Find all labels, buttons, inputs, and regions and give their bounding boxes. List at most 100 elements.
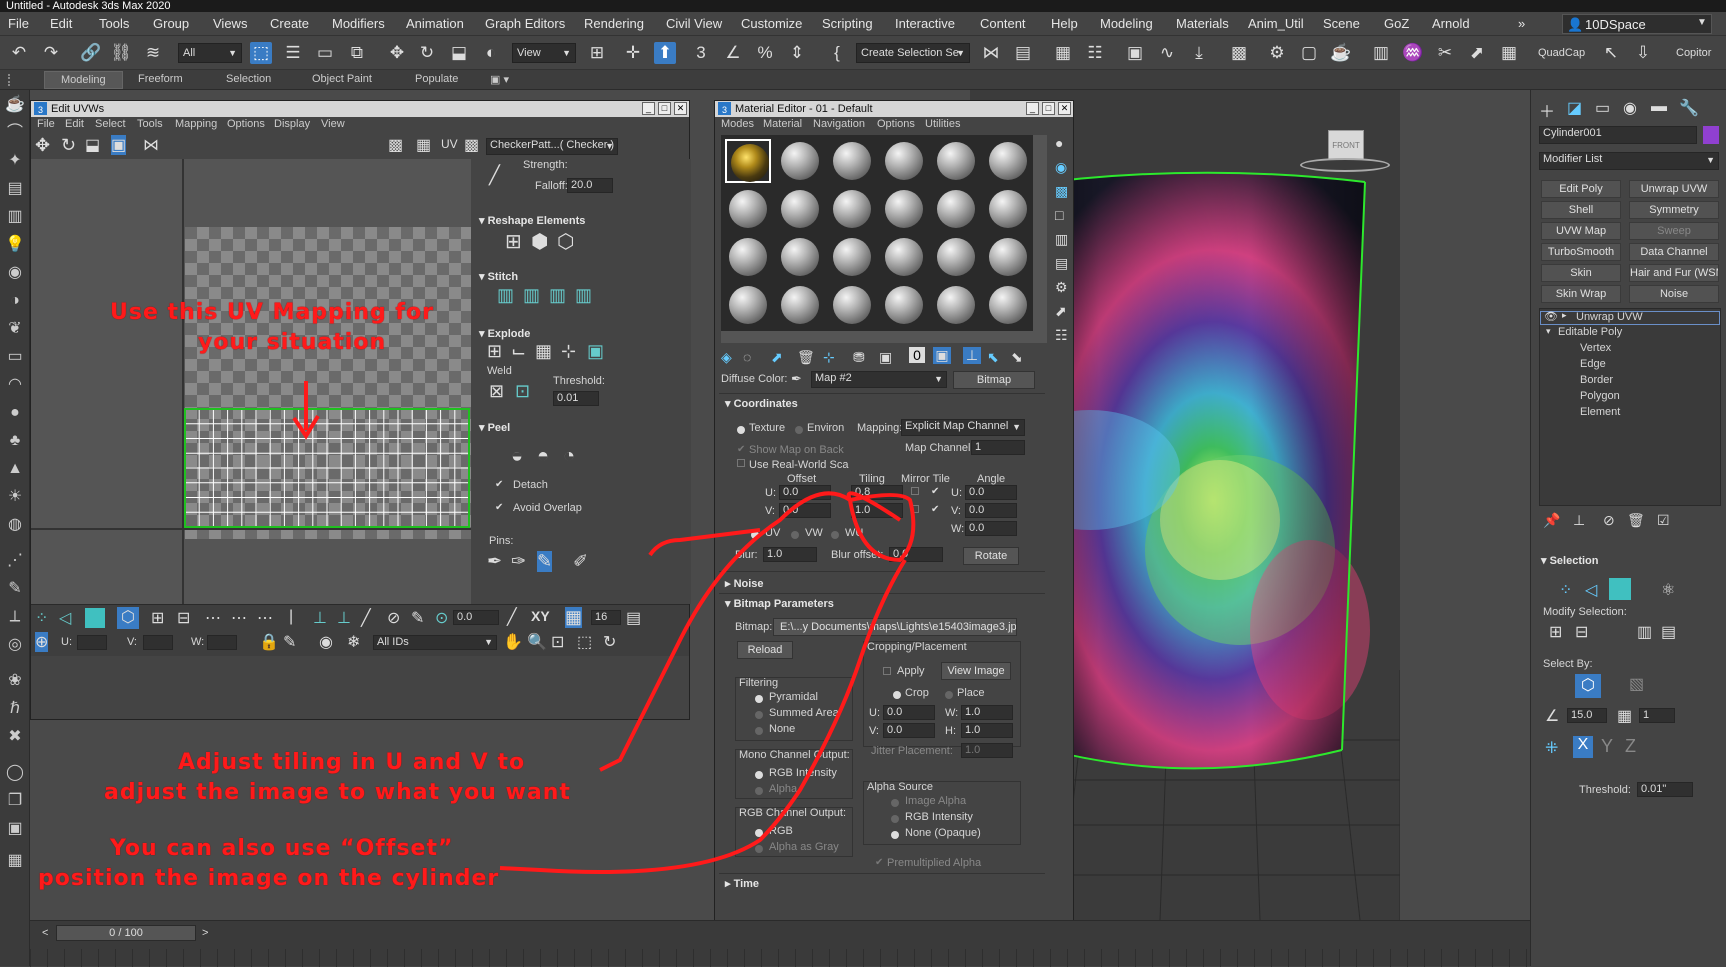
none-opaque-radio[interactable] [891, 831, 899, 839]
material-slot[interactable] [725, 139, 771, 183]
id-filter-dropdown[interactable]: All IDs ▼ [373, 635, 497, 650]
shrink-select-icon[interactable]: ⊟ [177, 608, 190, 628]
angle-field[interactable]: 15.0 [1567, 708, 1607, 723]
material-slot[interactable] [829, 283, 875, 327]
menu-animation[interactable]: Animation [406, 16, 464, 31]
jitter-field[interactable]: 1.0 [961, 743, 1013, 758]
view-image-button[interactable]: View Image [941, 662, 1011, 680]
quick-peel-icon[interactable]: ◒ [511, 445, 523, 468]
grid-toggle-icon[interactable]: ▦ [565, 607, 583, 628]
loop-icon[interactable]: ▥ [1637, 622, 1652, 642]
filter-icon[interactable]: ◉ [319, 632, 333, 652]
show-end-result-icon[interactable]: ⊥ [1573, 512, 1585, 529]
close-button[interactable]: ✕ [674, 102, 687, 115]
display-tab-icon[interactable]: ▬ [1651, 98, 1667, 116]
material-slot[interactable] [933, 187, 979, 231]
modifier-list-dropdown[interactable]: Modifier List ▼ [1539, 152, 1719, 170]
y-axis-icon[interactable]: Y [1601, 736, 1613, 757]
ring-icon[interactable]: ◍ [4, 514, 26, 536]
redo-icon[interactable]: ↷ [40, 42, 62, 64]
material-id-icon[interactable]: ▣ [879, 349, 892, 366]
scale-icon[interactable]: ⬓ [448, 42, 470, 64]
put-to-library-icon[interactable]: ⛃ [853, 349, 865, 366]
rotate-icon[interactable]: ↻ [416, 42, 438, 64]
mtl-menu-options[interactable]: Options [877, 118, 915, 130]
explode-4-icon[interactable]: ⊹ [561, 341, 576, 362]
remove-modifier-icon[interactable]: 🗑 [1627, 512, 1645, 529]
stack-border[interactable]: Border [1580, 374, 1613, 386]
material-slot[interactable] [829, 139, 875, 183]
grid-options-icon[interactable]: ▤ [626, 608, 641, 628]
shape-icon[interactable]: ⌒ [4, 122, 26, 144]
snaps-toggle-icon[interactable]: 3 [690, 42, 712, 64]
stitch-custom-icon[interactable]: ▥ [497, 285, 514, 306]
stack-polygon[interactable]: Polygon [1580, 390, 1620, 402]
material-slot[interactable] [881, 283, 927, 327]
material-slot[interactable] [725, 283, 771, 327]
rendered-frame-icon[interactable]: ▢ [1298, 42, 1320, 64]
xy-label[interactable]: XY [531, 608, 550, 624]
angle-snap-icon[interactable]: ∠ [722, 42, 744, 64]
go-parent-icon[interactable]: ⬉ [987, 349, 999, 366]
uv-shell-wireframe[interactable] [184, 408, 470, 528]
workspace-dropdown[interactable]: 👤 10DSpace ▼ [1562, 14, 1712, 34]
tab-modeling[interactable]: Modeling [44, 71, 123, 89]
minimize-button[interactable]: _ [642, 102, 655, 115]
globe-icon[interactable]: ◎ [4, 634, 26, 656]
motion-tab-icon[interactable]: ◉ [1623, 98, 1637, 118]
stairs-icon[interactable]: ⋰ [4, 550, 26, 572]
hf-icon[interactable]: ℏ [4, 698, 26, 720]
crop-radio[interactable] [893, 691, 901, 699]
rect-selection-icon[interactable]: ▭ [314, 42, 336, 64]
select-object-icon[interactable]: ⬚ [250, 42, 272, 64]
pin-1-icon[interactable]: ✒ [487, 551, 502, 572]
menu-file[interactable]: File [8, 16, 29, 31]
material-slot[interactable] [725, 235, 771, 279]
noise-header[interactable]: ▸ Noise [725, 577, 764, 590]
eyedropper-icon[interactable]: ✒ [791, 371, 802, 387]
data-channel-button[interactable]: Data Channel [1629, 243, 1719, 261]
spinner-snap-icon[interactable]: ⇕ [786, 42, 808, 64]
curve-editor-icon[interactable]: ∿ [1156, 42, 1178, 64]
texture-dropdown[interactable]: CheckerPatt...( Checker ) ▼ [486, 138, 618, 155]
material-slot[interactable] [985, 235, 1031, 279]
modify-tab-icon[interactable]: ◪ [1567, 98, 1582, 118]
collapse-icon[interactable]: ▾ [1546, 326, 1551, 337]
uvw-menu-view[interactable]: View [321, 118, 345, 130]
teapot-icon[interactable]: ☕ [4, 94, 26, 116]
u-angle-field[interactable]: 0.0 [965, 485, 1017, 500]
select-options-icon[interactable]: ⚛ [1661, 580, 1675, 600]
polygon-mode-icon[interactable] [85, 608, 105, 628]
prev-frame-icon[interactable]: < [42, 927, 48, 939]
count-field[interactable]: 1 [1639, 708, 1675, 723]
w-field[interactable] [207, 635, 237, 650]
material-slot[interactable] [777, 187, 823, 231]
avoid-overlap-checkbox[interactable]: ✔ [495, 502, 503, 513]
menu-anim-util[interactable]: Anim_Util [1248, 16, 1304, 31]
crop-u-field[interactable]: 0.0 [883, 705, 935, 720]
stitch-average-icon[interactable]: ▥ [575, 285, 592, 306]
menu-scene[interactable]: Scene [1323, 16, 1360, 31]
menu-customize[interactable]: Customize [741, 16, 802, 31]
rotate-icon[interactable]: ↻ [61, 135, 76, 156]
tab-freeform[interactable]: Freeform [138, 73, 183, 85]
explode-5-icon[interactable]: ▣ [587, 341, 604, 362]
crop-v-field[interactable]: 0.0 [883, 723, 935, 738]
moon-icon[interactable]: ◯ [4, 762, 26, 784]
dome-icon[interactable]: ◠ [4, 374, 26, 396]
u-field[interactable] [77, 635, 107, 650]
reference-coord-dropdown[interactable]: View ▼ [512, 43, 576, 63]
rgb-radio[interactable] [755, 829, 763, 837]
u-mirror-checkbox[interactable] [911, 487, 919, 495]
loop-grow-icon[interactable]: ⋯ [231, 608, 247, 628]
ribbon-toggle-icon[interactable]: ▣ [1124, 42, 1146, 64]
wu-radio[interactable] [831, 531, 839, 539]
blur-field[interactable]: 1.0 [763, 547, 817, 562]
sweep-button[interactable]: Sweep [1629, 222, 1719, 240]
menu-modifiers[interactable]: Modifiers [332, 16, 385, 31]
uvw-menu-edit[interactable]: Edit [65, 118, 84, 130]
custom-tool-2-icon[interactable]: ♒ [1402, 42, 1424, 64]
background-icon[interactable]: ▩ [1055, 183, 1068, 200]
mtl-menu-navigation[interactable]: Navigation [813, 118, 865, 130]
freeform-icon[interactable]: ▣ [111, 135, 127, 155]
